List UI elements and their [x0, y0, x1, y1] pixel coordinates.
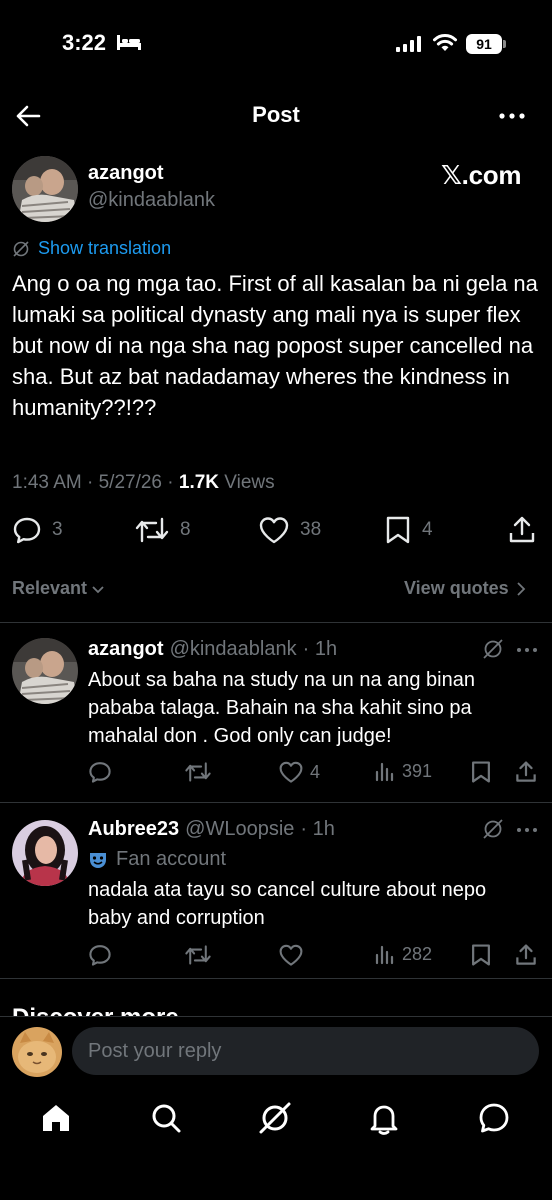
- reply-repost-action[interactable]: [184, 760, 212, 784]
- bookmark-icon[interactable]: [470, 943, 492, 967]
- reply-like-count: 4: [310, 761, 321, 782]
- search-icon[interactable]: [148, 1100, 184, 1136]
- grok-translate-icon: [13, 240, 29, 257]
- bookmark-action[interactable]: 4: [384, 515, 433, 545]
- analytics-icon: [375, 945, 394, 965]
- sort-label: Relevant: [12, 578, 88, 598]
- heart-icon: [279, 761, 303, 783]
- reply-header: azangot @kindaablank · 1h: [88, 638, 337, 661]
- status-time: 3:22: [62, 30, 107, 55]
- reply-text: About sa baha na study na un na ang bina…: [88, 669, 475, 747]
- more-options-icon[interactable]: [516, 826, 538, 834]
- more-options-icon[interactable]: [498, 104, 526, 128]
- reply-author-handle[interactable]: @kindaablank: [170, 638, 297, 661]
- view-quotes-link[interactable]: View quotes: [404, 578, 527, 599]
- divider: [0, 802, 552, 803]
- fan-account-label: Fan account: [116, 848, 227, 870]
- reply-author-name[interactable]: Aubree23: [88, 818, 179, 841]
- reply-avatar[interactable]: [12, 638, 78, 704]
- share-icon[interactable]: [515, 943, 537, 967]
- grok-icon[interactable]: [257, 1100, 293, 1136]
- theater-mask-icon: [90, 852, 106, 868]
- share-icon[interactable]: [508, 515, 536, 545]
- repost-action[interactable]: 8: [134, 515, 191, 545]
- like-count: 38: [300, 519, 322, 540]
- home-icon[interactable]: [38, 1100, 74, 1136]
- reply-input[interactable]: Post your reply: [72, 1027, 539, 1075]
- grok-icon[interactable]: [482, 638, 504, 660]
- battery-indicator: 91: [466, 34, 502, 54]
- reply-views-action[interactable]: 391: [374, 760, 432, 782]
- messages-icon[interactable]: [476, 1100, 512, 1136]
- reply-time: · 1h: [302, 638, 338, 660]
- analytics-icon: [375, 762, 394, 782]
- reply-author-name[interactable]: azangot: [88, 638, 164, 661]
- divider: [0, 978, 552, 979]
- reply-icon: [13, 517, 41, 544]
- bookmark-count: 4: [422, 519, 433, 540]
- heart-icon: [279, 944, 303, 966]
- wifi-icon: [433, 34, 457, 51]
- reply-avatar[interactable]: [12, 820, 78, 886]
- chevron-right-icon: [517, 581, 525, 596]
- battery-tip: [503, 40, 506, 48]
- bookmark-icon[interactable]: [470, 760, 492, 784]
- reply-views-action[interactable]: 282: [374, 943, 432, 965]
- x-watermark: 𝕏.com: [441, 160, 522, 190]
- repost-count: 8: [180, 519, 191, 540]
- grok-icon[interactable]: [482, 818, 504, 840]
- view-quotes-label: View quotes: [404, 578, 509, 598]
- reply-action[interactable]: 3: [12, 515, 63, 545]
- reply-author-handle[interactable]: @WLoopsie: [185, 818, 294, 841]
- divider: [0, 622, 552, 623]
- share-icon[interactable]: [515, 760, 537, 784]
- more-options-icon[interactable]: [516, 646, 538, 654]
- notifications-bell-icon[interactable]: [366, 1100, 402, 1136]
- reply-text: nadala ata tayu so cancel culture about …: [88, 879, 487, 929]
- reply-views-count: 391: [402, 760, 433, 781]
- author-handle[interactable]: @kindaablank: [88, 189, 215, 212]
- author-avatar[interactable]: [12, 156, 78, 222]
- post-text: Ang o oa ng mga tao. First of all kasala…: [12, 271, 538, 420]
- sleep-focus-icon: [117, 35, 141, 50]
- like-action[interactable]: 38: [258, 515, 321, 545]
- post-meta: 1:43 AM · 5/27/26 · 1.7K Views: [12, 472, 275, 494]
- reply-count: 3: [52, 519, 63, 540]
- repost-icon: [185, 945, 211, 965]
- reply-like-action[interactable]: [278, 943, 304, 967]
- repost-icon: [135, 517, 169, 543]
- views-label: Views: [219, 472, 275, 493]
- reply-reply-action[interactable]: [88, 943, 112, 967]
- page-title: Post: [252, 102, 300, 127]
- sort-relevant-dropdown[interactable]: Relevant: [12, 578, 105, 599]
- views-count[interactable]: 1.7K: [179, 472, 219, 493]
- reply-icon: [89, 945, 111, 966]
- author-name[interactable]: azangot: [88, 162, 164, 185]
- repost-icon: [185, 762, 211, 782]
- divider: [0, 1016, 552, 1017]
- post-timestamp: 1:43 AM · 5/27/26 ·: [12, 472, 179, 493]
- fan-account-badge: Fan account: [88, 848, 226, 871]
- reply-repost-action[interactable]: [184, 943, 212, 967]
- cellular-signal-icon: [396, 36, 421, 52]
- show-translation-button[interactable]: Show translation: [12, 238, 171, 259]
- heart-icon: [259, 517, 289, 544]
- reply-reply-action[interactable]: [88, 760, 112, 784]
- reply-time: · 1h: [300, 818, 335, 840]
- reply-header: Aubree23 @WLoopsie · 1h: [88, 818, 335, 841]
- show-translation-label: Show translation: [38, 238, 172, 258]
- reply-like-action[interactable]: 4: [278, 760, 320, 784]
- reply-icon: [89, 762, 111, 783]
- my-avatar[interactable]: [12, 1027, 62, 1077]
- reply-views-count: 282: [402, 943, 433, 964]
- chevron-down-icon: [92, 585, 104, 593]
- bookmark-icon: [386, 516, 410, 544]
